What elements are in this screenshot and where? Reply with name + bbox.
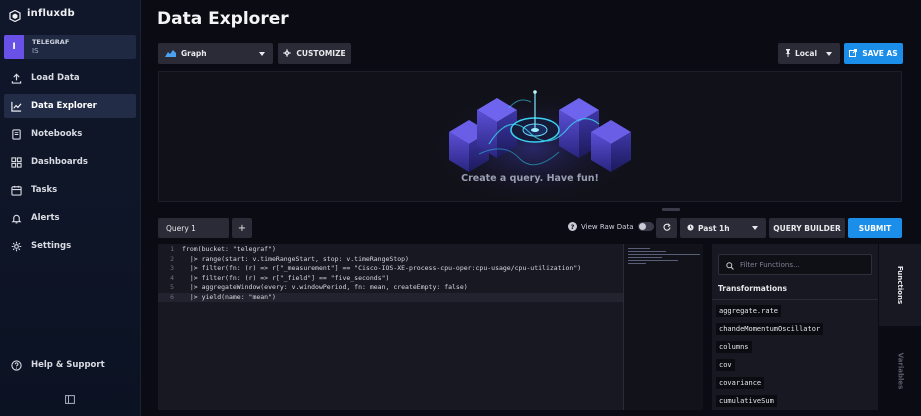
notebook-icon: [10, 128, 22, 140]
timezone-label: Local: [795, 49, 818, 58]
code-line-current: 6 |> yield(name: "mean"): [158, 292, 623, 302]
sidebar-item-settings[interactable]: Settings: [0, 234, 141, 258]
sidebar-item-label: Settings: [31, 241, 72, 251]
bell-icon: [10, 212, 22, 224]
customize-label: CUSTOMIZE: [296, 49, 346, 58]
functions-section-heading: Transformations: [718, 284, 787, 293]
sidebar: influxdb I TELEGRAF IS Load Data Data Ex…: [0, 0, 141, 416]
editor-side-tabs: Functions Variables: [879, 244, 921, 416]
save-as-button[interactable]: SAVE AS: [844, 43, 903, 64]
chevron-down-icon: [259, 51, 265, 56]
function-item[interactable]: aggregate.rate: [716, 305, 782, 317]
code-line: 5 |> aggregateWindow(every: v.windowPeri…: [170, 283, 468, 291]
customize-button[interactable]: CUSTOMIZE: [278, 43, 351, 64]
refresh-icon: [663, 223, 671, 233]
time-range-dropdown[interactable]: Past 1h: [680, 218, 766, 238]
tab-variables[interactable]: Variables: [879, 330, 921, 412]
sidebar-item-label: Alerts: [31, 213, 60, 223]
sidebar-item-load-data[interactable]: Load Data: [0, 66, 141, 90]
search-icon: [726, 255, 734, 274]
upload-icon: [10, 72, 22, 84]
sidebar-item-label: Dashboards: [31, 157, 88, 167]
function-item[interactable]: cumulativeSum: [716, 395, 777, 407]
gear-icon: [283, 48, 292, 59]
view-raw-data-label: View Raw Data: [581, 222, 634, 231]
code-line: 3 |> filter(fn: (r) => r["_measurement"]…: [170, 264, 582, 272]
functions-panel: Transformations aggregate.rate chandeMom…: [712, 244, 878, 410]
query-builder-button[interactable]: QUERY BUILDER: [769, 218, 845, 238]
main-content: Data Explorer Graph CUSTOMIZE Local SAVE…: [141, 0, 921, 416]
chart-line-icon: [10, 100, 22, 112]
add-query-button[interactable]: +: [232, 218, 252, 238]
function-item[interactable]: columns: [716, 341, 752, 353]
resize-handle[interactable]: [662, 208, 680, 211]
app-window: influxdb I TELEGRAF IS Load Data Data Ex…: [0, 0, 921, 416]
tab-query-1[interactable]: Query 1: [158, 218, 229, 238]
calendar-icon: [10, 184, 22, 196]
code-line: 1 from(bucket: "telegraf"): [170, 245, 276, 253]
code-line: 4 |> filter(fn: (r) => r["_field"] == "f…: [170, 273, 390, 282]
org-avatar: I: [4, 35, 24, 59]
brand-logo[interactable]: influxdb: [9, 6, 75, 23]
pin-icon: [785, 48, 791, 59]
function-item[interactable]: cov: [716, 359, 735, 371]
code-line: 2 |> range(start: v.timeRangeStart, stop…: [170, 254, 409, 263]
sidebar-item-notebooks[interactable]: Notebooks: [0, 122, 141, 146]
divider: [712, 299, 878, 300]
empty-state-hint: Create a query. Have fun!: [461, 173, 599, 184]
visualization-area: Create a query. Have fun!: [158, 71, 902, 202]
chevron-down-icon: [826, 51, 832, 56]
time-range-label: Past 1h: [698, 223, 730, 233]
sidebar-item-dashboards[interactable]: Dashboards: [0, 150, 141, 174]
collapse-sidebar-icon[interactable]: [62, 392, 78, 406]
save-as-label: SAVE AS: [862, 49, 898, 58]
view-raw-data-toggle[interactable]: ? View Raw Data: [568, 222, 654, 231]
sidebar-item-label: Tasks: [31, 185, 58, 195]
org-switcher[interactable]: I TELEGRAF IS: [4, 35, 136, 59]
toggle-switch[interactable]: [637, 222, 654, 231]
submit-button[interactable]: SUBMIT: [848, 218, 902, 238]
timezone-dropdown[interactable]: Local: [778, 43, 840, 64]
chevron-down-icon: [752, 226, 758, 230]
editor-minimap[interactable]: [623, 244, 703, 410]
function-item[interactable]: covariance: [716, 377, 765, 389]
dashboard-icon: [10, 156, 22, 168]
filter-functions-input[interactable]: [740, 260, 860, 269]
org-label: TELEGRAF: [32, 38, 70, 46]
tab-functions[interactable]: Functions: [879, 244, 921, 326]
sidebar-item-label: Notebooks: [31, 129, 83, 139]
sidebar-item-label: Load Data: [31, 73, 80, 83]
refresh-button[interactable]: [656, 218, 677, 238]
org-name: IS: [32, 47, 39, 55]
clock-icon: [687, 223, 694, 233]
function-item[interactable]: chandeMomentumOscillator: [716, 323, 824, 335]
question-icon: ?: [568, 222, 577, 231]
help-support[interactable]: Help & Support: [0, 353, 141, 377]
filter-functions-field[interactable]: [718, 254, 872, 275]
brand-name: influxdb: [27, 7, 75, 19]
graph-icon: [165, 49, 176, 59]
question-circle-icon: [10, 359, 22, 371]
sidebar-item-alerts[interactable]: Alerts: [0, 206, 141, 230]
gear-icon: [10, 240, 22, 252]
vis-type-label: Graph: [181, 49, 207, 58]
sidebar-item-data-explorer[interactable]: Data Explorer: [4, 94, 136, 118]
vis-type-dropdown[interactable]: Graph: [158, 43, 273, 64]
influx-logo-icon: [9, 7, 21, 23]
script-editor[interactable]: 1 from(bucket: "telegraf") 2 |> range(sta…: [158, 244, 623, 410]
sidebar-item-help[interactable]: Help & Support: [0, 353, 141, 377]
page-title: Data Explorer: [157, 9, 289, 29]
sidebar-item-tasks[interactable]: Tasks: [0, 178, 141, 202]
sidebar-item-label: Data Explorer: [31, 101, 97, 111]
sidebar-nav: Load Data Data Explorer Notebooks Dashbo…: [0, 66, 141, 262]
sidebar-item-label: Help & Support: [31, 360, 105, 370]
external-save-icon: [849, 48, 858, 59]
